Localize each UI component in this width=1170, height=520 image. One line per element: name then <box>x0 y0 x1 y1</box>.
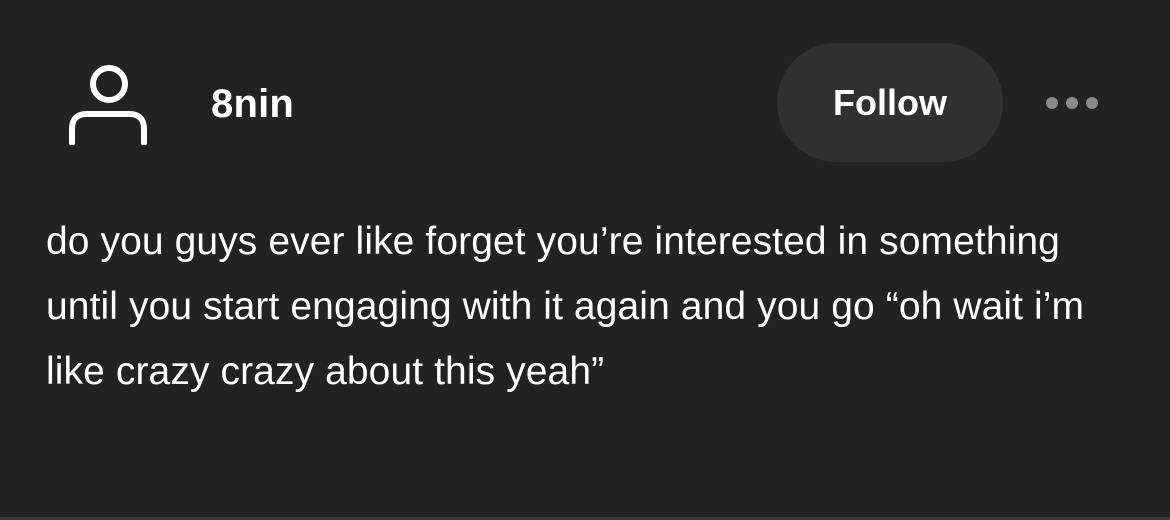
follow-button[interactable]: Follow <box>777 43 1003 162</box>
username[interactable]: 8nin <box>211 78 294 130</box>
avatar[interactable] <box>66 63 150 146</box>
post-text: do you guys ever like forget you’re inte… <box>46 220 1085 393</box>
post-card: 8nin Follow do you guys ever like forget… <box>0 0 1170 520</box>
more-dots-icon <box>1046 97 1098 109</box>
more-options-button[interactable] <box>1038 88 1108 118</box>
person-outline-icon <box>69 65 147 146</box>
